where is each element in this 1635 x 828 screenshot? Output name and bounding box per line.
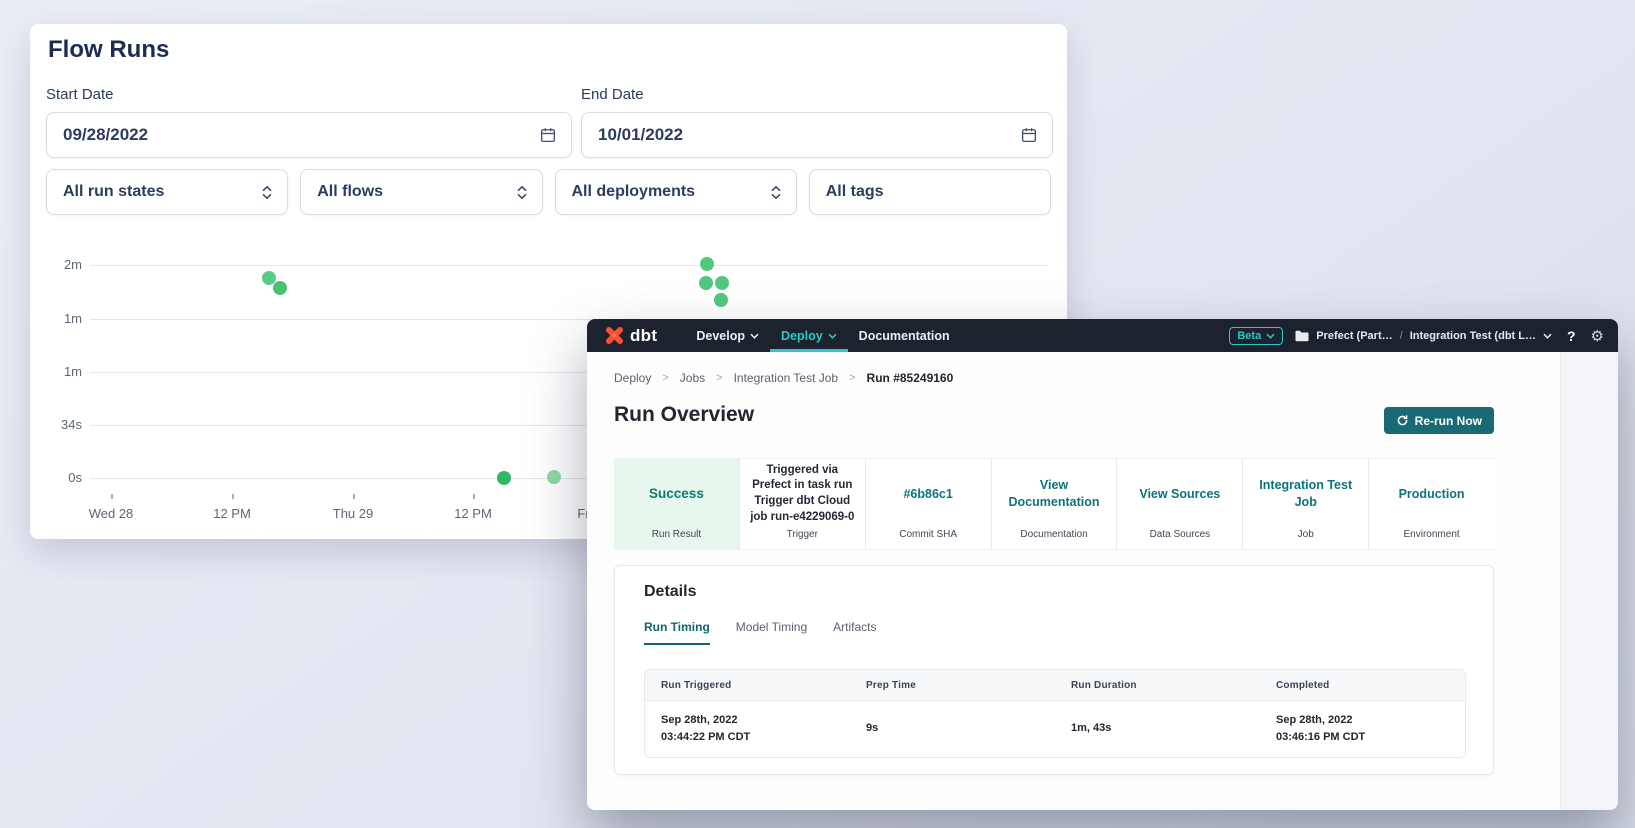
refresh-icon (1396, 414, 1409, 427)
details-title: Details (644, 583, 696, 601)
cell-completed: Sep 28th, 2022 03:46:16 PM CDT (1260, 701, 1465, 757)
col-run-duration: Run Duration (1055, 680, 1260, 691)
breadcrumb-deploy[interactable]: Deploy (614, 371, 651, 385)
breadcrumb-separator: > (662, 372, 668, 384)
x-tick-mark (353, 494, 355, 499)
chevron-down-icon (750, 333, 759, 339)
trigger-value: Triggered via Prefect in task run Trigge… (748, 463, 857, 525)
table-row: Sep 28th, 2022 03:44:22 PM CDT 9s 1m, 43… (645, 701, 1465, 757)
data-sources-card[interactable]: View Sources Data Sources (1116, 459, 1242, 549)
y-axis-label: 1m (30, 364, 82, 379)
run-timing-table: Run Triggered Prep Time Run Duration Com… (644, 669, 1466, 758)
gear-icon[interactable]: ⚙ (1591, 327, 1604, 345)
x-tick-mark (232, 494, 234, 499)
breadcrumb-separator: > (716, 372, 722, 384)
dbt-cloud-window: dbt Develop Deploy Documentation Beta Pr… (587, 319, 1618, 810)
chevron-down-icon (828, 333, 837, 339)
help-icon[interactable]: ? (1564, 328, 1579, 344)
view-documentation-link[interactable]: View Documentation (1000, 477, 1109, 511)
chevron-down-icon (1266, 333, 1275, 339)
flow-run-point[interactable] (699, 276, 713, 290)
environment-card[interactable]: Production Environment (1368, 459, 1494, 549)
breadcrumb: Deploy > Jobs > Integration Test Job > R… (614, 371, 953, 385)
rerun-now-button[interactable]: Re-run Now (1384, 407, 1494, 434)
environment-link[interactable]: Production (1399, 486, 1465, 503)
flow-run-point[interactable] (714, 293, 728, 307)
breadcrumb-jobs[interactable]: Jobs (680, 371, 705, 385)
y-axis-label: 1m (30, 311, 82, 326)
x-tick-label: Wed 28 (89, 506, 134, 521)
run-result-card: Success Run Result (614, 459, 739, 549)
flow-run-point[interactable] (497, 471, 511, 485)
job-card[interactable]: Integration Test Job Job (1242, 459, 1368, 549)
cell-prep-time: 9s (850, 701, 1055, 757)
nav-item-develop[interactable]: Develop (685, 319, 770, 352)
y-axis-label: 34s (30, 417, 82, 432)
x-tick-label: Thu 29 (333, 506, 373, 521)
dbt-navbar: dbt Develop Deploy Documentation Beta Pr… (587, 319, 1618, 352)
documentation-card[interactable]: View Documentation Documentation (991, 459, 1117, 549)
run-summary-row: Success Run Result Triggered via Prefect… (614, 458, 1494, 550)
table-header-row: Run Triggered Prep Time Run Duration Com… (645, 670, 1465, 701)
cell-run-duration: 1m, 43s (1055, 701, 1260, 757)
nav-item-documentation[interactable]: Documentation (848, 319, 961, 352)
account-name: Prefect (Part… (1316, 330, 1392, 342)
y-gridline (90, 265, 1047, 266)
dbt-logo[interactable]: dbt (605, 326, 657, 346)
y-axis-label: 2m (30, 257, 82, 272)
trigger-card: Triggered via Prefect in task run Trigge… (739, 459, 865, 549)
cell-run-triggered: Sep 28th, 2022 03:44:22 PM CDT (645, 701, 850, 757)
view-sources-link[interactable]: View Sources (1139, 486, 1220, 503)
commit-sha-link[interactable]: #6b86c1 (903, 486, 952, 503)
x-tick-mark (111, 494, 113, 499)
beta-badge[interactable]: Beta (1229, 327, 1283, 345)
run-overview-title: Run Overview (614, 403, 754, 427)
col-run-triggered: Run Triggered (645, 680, 850, 691)
flow-run-point[interactable] (715, 276, 729, 290)
dbt-content: Deploy > Jobs > Integration Test Job > R… (614, 352, 1494, 810)
chevron-down-icon (1543, 333, 1552, 339)
dbt-logo-text: dbt (630, 326, 657, 346)
flow-run-point[interactable] (547, 470, 561, 484)
col-prep-time: Prep Time (850, 680, 1055, 691)
y-axis-label: 0s (30, 470, 82, 485)
x-tick-mark (473, 494, 475, 499)
tab-run-timing[interactable]: Run Timing (644, 620, 710, 645)
project-switcher[interactable]: Prefect (Part… / Integration Test (dbt L… (1295, 330, 1552, 342)
nav-item-deploy[interactable]: Deploy (770, 319, 848, 352)
x-tick-label: 12 PM (454, 506, 492, 521)
run-result-value: Success (649, 485, 704, 503)
environment-name: Integration Test (dbt L… (1410, 330, 1536, 342)
right-rail (1560, 352, 1618, 810)
dbt-logo-icon (605, 326, 624, 345)
details-tabs: Run Timing Model Timing Artifacts (644, 620, 877, 645)
breadcrumb-run: Run #85249160 (867, 371, 954, 385)
tab-artifacts[interactable]: Artifacts (833, 620, 876, 645)
job-link[interactable]: Integration Test Job (1251, 477, 1360, 511)
breadcrumb-separator: > (849, 372, 855, 384)
x-tick-label: 12 PM (213, 506, 251, 521)
breadcrumb-job[interactable]: Integration Test Job (734, 371, 839, 385)
tab-model-timing[interactable]: Model Timing (736, 620, 807, 645)
flow-run-point[interactable] (700, 257, 714, 271)
col-completed: Completed (1260, 680, 1465, 691)
commit-sha-card[interactable]: #6b86c1 Commit SHA (865, 459, 991, 549)
details-card: Details Run Timing Model Timing Artifact… (614, 565, 1494, 775)
flow-run-point[interactable] (273, 281, 287, 295)
folder-icon (1295, 330, 1309, 342)
